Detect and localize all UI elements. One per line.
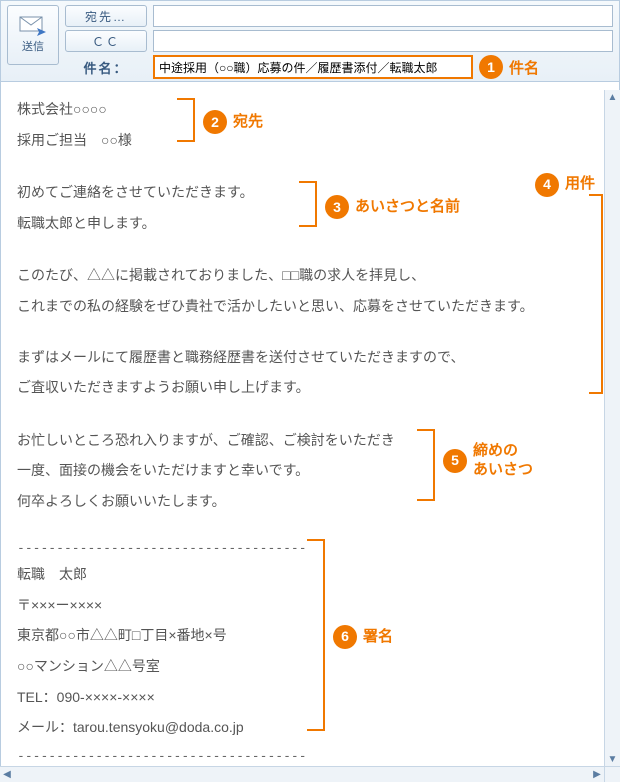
recipient-line-1: 株式会社○○○○: [17, 96, 601, 123]
purpose-line-3: まずはメールにて履歴書と職務経歴書を送付させていただきますので、: [17, 344, 601, 371]
recipient-line-2: 採用ご担当 ○○様: [17, 127, 601, 154]
envelope-send-icon: [19, 16, 47, 36]
closing-line-2: 一度、面接の機会をいただけますと幸いです。: [17, 457, 601, 484]
subject-input[interactable]: [153, 55, 473, 79]
signature-tel: TEL：090-××××-××××: [17, 684, 601, 711]
annotation-badge-1: 1: [479, 55, 503, 79]
signature-postal: 〒×××ー××××: [17, 592, 601, 619]
scroll-corner: [604, 766, 620, 782]
email-compose-window: 送信 宛先… ＣＣ 件名： 1 件名: [0, 0, 620, 782]
signature-addr1: 東京都○○市△△町□丁目×番地×号: [17, 622, 601, 649]
scroll-up-icon[interactable]: ▲: [606, 90, 620, 104]
cc-input[interactable]: [153, 30, 613, 52]
vertical-scrollbar[interactable]: ▲ ▼: [604, 90, 620, 766]
signature-divider-top: -------------------------------------: [17, 537, 601, 562]
purpose-line-4: ご査収いただきますようお願い申し上げます。: [17, 374, 601, 401]
compose-header: 送信 宛先… ＣＣ 件名： 1 件名: [1, 1, 619, 82]
cc-button[interactable]: ＣＣ: [65, 30, 147, 52]
greeting-line-1: 初めてご連絡をさせていただきます。: [17, 179, 601, 206]
horizontal-scrollbar[interactable]: ◀ ▶: [0, 766, 604, 782]
body-area: 株式会社○○○○ 採用ご担当 ○○様 2 宛先 初めてご連絡をさせていただきます…: [1, 82, 619, 781]
send-label: 送信: [22, 38, 44, 54]
closing-line-3: 何卒よろしくお願いいたします。: [17, 488, 601, 515]
greeting-line-2: 転職太郎と申します。: [17, 210, 601, 237]
message-body[interactable]: 株式会社○○○○ 採用ご担当 ○○様 2 宛先 初めてご連絡をさせていただきます…: [1, 82, 619, 781]
scroll-left-icon[interactable]: ◀: [0, 768, 14, 782]
to-button[interactable]: 宛先…: [65, 5, 147, 27]
signature-addr2: ○○マンション△△号室: [17, 653, 601, 680]
purpose-line-2: これまでの私の経験をぜひ貴社で活かしたいと思い、応募をさせていただきます。: [17, 293, 601, 320]
signature-name: 転職 太郎: [17, 561, 601, 588]
to-input[interactable]: [153, 5, 613, 27]
scroll-right-icon[interactable]: ▶: [590, 768, 604, 782]
scroll-down-icon[interactable]: ▼: [606, 752, 620, 766]
closing-line-1: お忙しいところ恐れ入りますが、ご確認、ご検討をいただき: [17, 427, 601, 454]
send-button[interactable]: 送信: [7, 5, 59, 65]
signature-mail: メール：tarou.tensyoku@doda.co.jp: [17, 714, 601, 741]
purpose-line-1: このたび、△△に掲載されておりました、□□職の求人を拝見し、: [17, 262, 601, 289]
annotation-label-1: 件名: [509, 57, 539, 78]
subject-label: 件名：: [65, 58, 147, 77]
